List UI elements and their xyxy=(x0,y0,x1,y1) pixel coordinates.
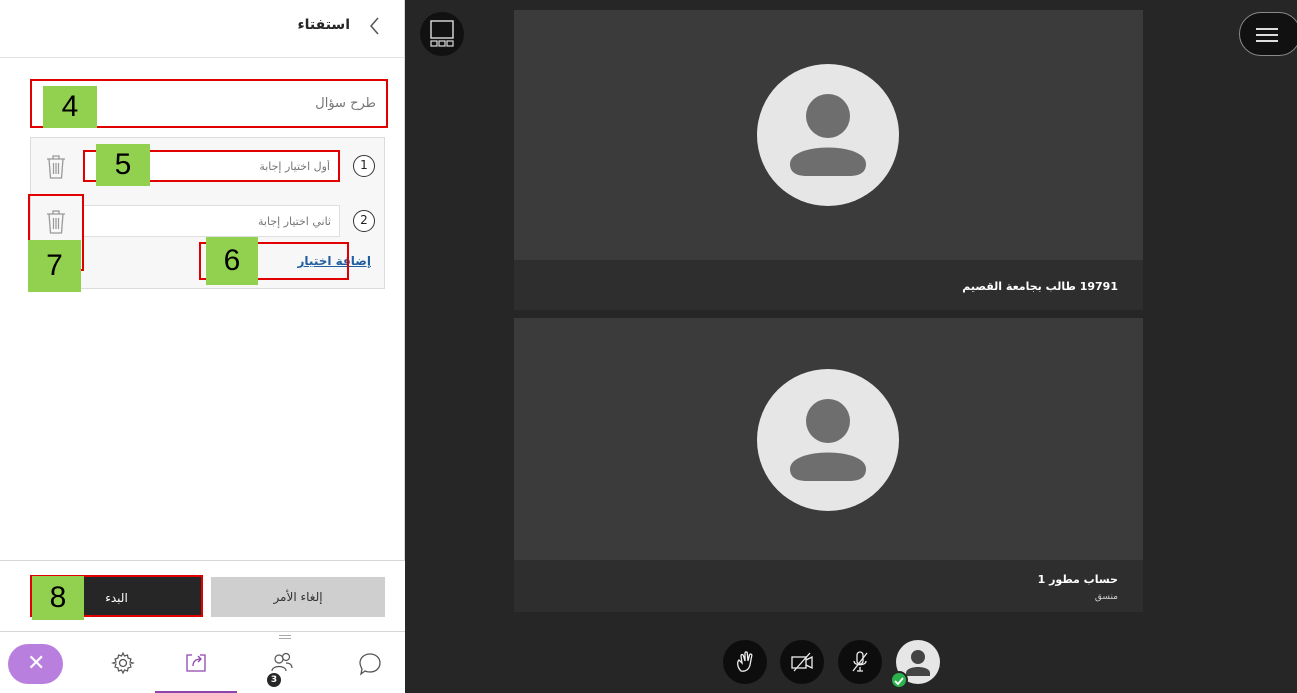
close-icon: ✕ xyxy=(27,651,46,676)
choice-number: 2 xyxy=(353,210,375,232)
participants-icon xyxy=(271,652,293,672)
choice-row: 2 xyxy=(31,201,386,241)
callout-badge: 5 xyxy=(96,144,150,186)
mic-off-icon xyxy=(852,651,868,672)
panel-title: استفتاء xyxy=(297,17,351,33)
tab-participants[interactable] xyxy=(240,632,322,693)
cancel-button[interactable]: إلغاء الأمر xyxy=(211,577,385,617)
camera-toggle-button[interactable] xyxy=(780,640,824,684)
layout-toggle-button[interactable] xyxy=(420,12,464,56)
main-menu-button[interactable] xyxy=(1239,12,1297,56)
raise-hand-button[interactable] xyxy=(723,640,767,684)
panel-tabbar: ✕ 3 xyxy=(0,631,405,693)
status-check-icon xyxy=(890,671,908,689)
tab-chat[interactable] xyxy=(328,632,410,693)
gear-icon xyxy=(111,651,135,675)
participant-name: 19791 طالب بجامعة القصيم xyxy=(962,280,1118,293)
hand-raise-icon xyxy=(737,651,753,672)
choice-row: 1 xyxy=(31,146,386,186)
panel-header: استفتاء xyxy=(0,0,405,58)
chat-icon xyxy=(359,653,381,676)
callout-badge: 7 xyxy=(28,240,81,292)
avatar xyxy=(757,64,899,206)
participant-name-bar: حساب مطور 1 منسق xyxy=(514,560,1143,612)
camera-off-icon xyxy=(791,652,813,672)
callout-badge: 6 xyxy=(206,237,258,285)
close-panel-button[interactable]: ✕ xyxy=(8,644,63,684)
share-icon xyxy=(186,654,206,672)
avatar xyxy=(757,369,899,511)
participant-name: حساب مطور 1 xyxy=(1037,573,1118,586)
choice-number: 1 xyxy=(353,155,375,177)
hamburger-icon xyxy=(1256,28,1278,30)
mic-toggle-button[interactable] xyxy=(838,640,882,684)
trash-icon[interactable] xyxy=(44,154,68,180)
callout-badge: 4 xyxy=(43,86,97,128)
participant-role: منسق xyxy=(1094,592,1118,602)
choice-2-input[interactable] xyxy=(83,205,340,237)
participants-count-badge: 3 xyxy=(267,673,281,687)
drag-handle-icon[interactable] xyxy=(279,635,291,639)
back-chevron-icon[interactable] xyxy=(368,15,388,39)
poll-panel: استفتاء 1 2 إضافة اختيار 4 xyxy=(0,0,405,693)
callout-badge: 8 xyxy=(32,576,84,620)
participant-name-bar: 19791 طالب بجامعة القصيم xyxy=(514,260,1143,310)
tab-settings[interactable] xyxy=(82,632,164,693)
layout-icon xyxy=(430,20,454,47)
tab-share[interactable] xyxy=(155,632,237,693)
